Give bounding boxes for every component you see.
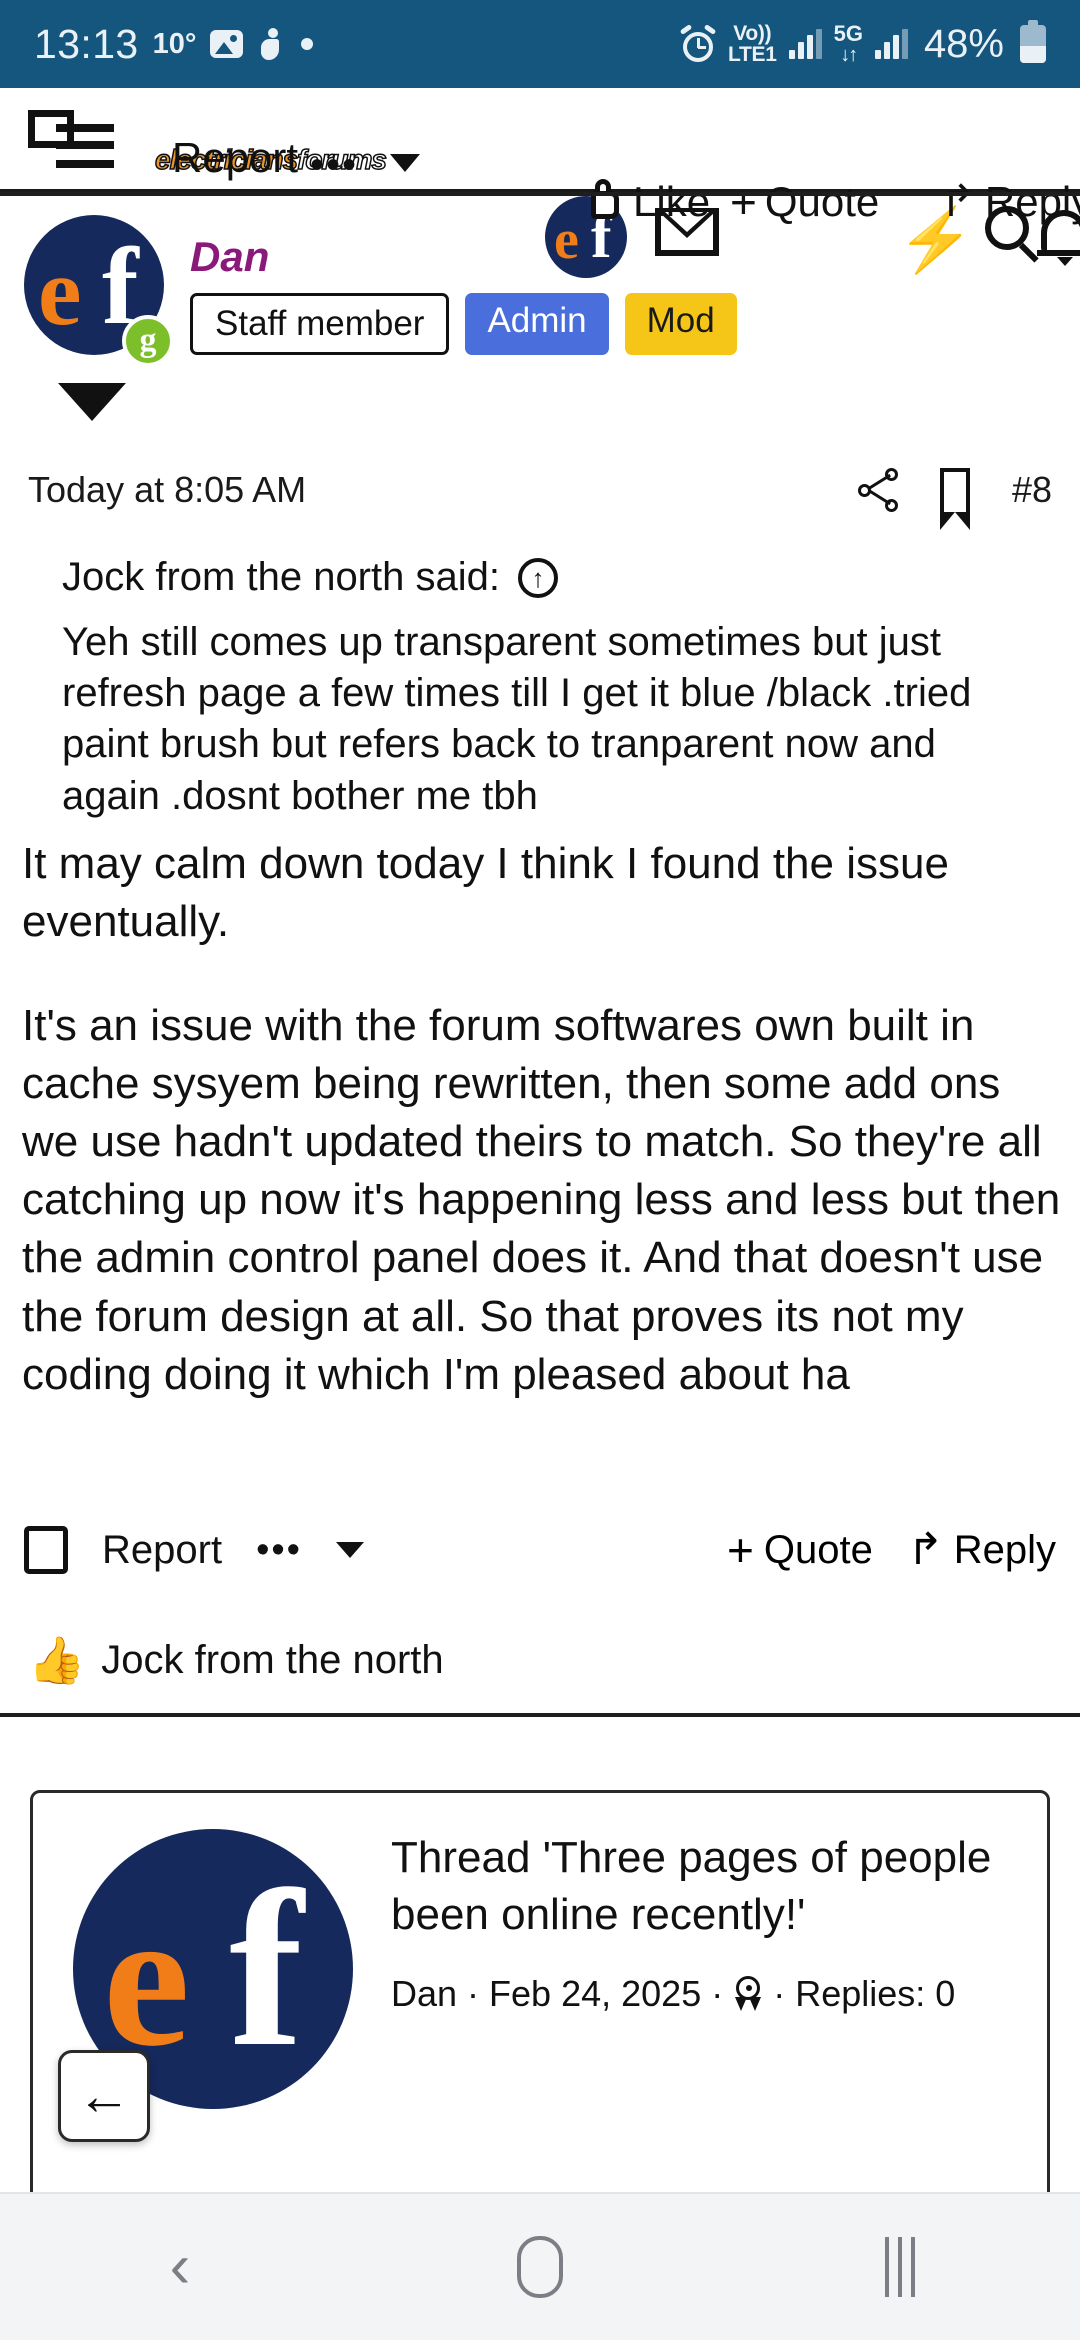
user-badges: Staff member Admin Mod [190, 293, 737, 355]
thread-sep-2: · [711, 1973, 724, 2014]
post-action-bar: Report ••• + Quote ↰ Reply [0, 1515, 1080, 1585]
online-status-badge: g [122, 315, 174, 367]
volte-line-2: LTE1 [727, 43, 777, 66]
post-actions-left: Report ••• [24, 1526, 364, 1574]
system-recents-button[interactable] [810, 2217, 990, 2317]
system-home-button[interactable] [450, 2217, 630, 2317]
quote-button[interactable]: + Quote [727, 1527, 873, 1573]
badge-staff-member: Staff member [190, 293, 450, 355]
post-reactions-row[interactable]: 👍 Jock from the north [0, 1625, 1080, 1695]
thread-thumb-letter-e: e [103, 1870, 190, 2087]
dot-indicator-icon [301, 38, 314, 50]
nav-divider [0, 192, 1080, 196]
alarm-clock-icon [679, 24, 717, 62]
more-options-chevron-down-icon[interactable] [335, 1542, 364, 1558]
home-pill-icon [517, 2236, 563, 2298]
post-meta-row: Today at 8:05 AM #8 [0, 460, 1080, 530]
status-bar-left: 13:13 10° [34, 20, 314, 68]
back-arrow-icon: ← [77, 2066, 131, 2126]
post-timestamp[interactable]: Today at 8:05 AM [28, 469, 306, 511]
data-arrows-icon: ↓↑ [840, 44, 858, 66]
back-chevron-icon: ‹ [169, 2232, 191, 2301]
person-walking-icon [257, 28, 287, 60]
hamburger-menu-icon[interactable] [28, 110, 114, 170]
thumbs-up-emoji-icon: 👍 [28, 1634, 86, 1686]
online-badge-letter: g [139, 322, 157, 359]
overlapping-more-dots[interactable]: ••• [310, 143, 358, 188]
badge-admin: Admin [465, 293, 609, 355]
signal-bars-sim1-icon [788, 29, 822, 59]
status-bar-right: Vo)) LTE1 5G ↓↑ 48% [679, 20, 1046, 67]
bookmark-icon[interactable] [939, 468, 970, 530]
post-container: e f g Dan Staff member Admin Mod Today a… [0, 215, 1080, 1683]
quote-button-label: Quote [763, 1527, 873, 1572]
share-icon[interactable] [857, 468, 898, 512]
recents-bars-icon [885, 2237, 915, 2297]
thread-author[interactable]: Dan [391, 1973, 457, 2015]
thread-thumb-letter-f: f [229, 1845, 304, 2093]
section-divider [0, 1713, 1080, 1717]
post-arrow-marker [58, 383, 126, 421]
thread-suggestion-card[interactable]: e f Thread 'Three pages of people been o… [30, 1790, 1050, 2230]
volte-line-1: Vo)) [733, 22, 772, 45]
photo-icon [210, 30, 244, 58]
phone-screen: 13:13 10° Vo)) LTE1 5G ↓↑ 48% electricia… [0, 0, 1080, 2340]
more-options-dots[interactable]: ••• [256, 1529, 302, 1572]
avatar-letter-e: e [38, 238, 82, 346]
quote-jump-up-icon[interactable]: ↑ [517, 557, 558, 598]
reply-arrow-icon: ↰ [906, 1525, 944, 1574]
badge-mod: Mod [624, 293, 737, 355]
post-paragraph-2: It's an issue with the forum softwares o… [22, 1001, 1061, 1399]
system-back-button[interactable]: ‹ [90, 2217, 270, 2317]
post-actions-right: + Quote ↰ Reply [727, 1525, 1056, 1574]
quote-author-label: Jock from the north said: [62, 555, 500, 599]
status-bar: 13:13 10° Vo)) LTE1 5G ↓↑ 48% [0, 0, 1080, 88]
status-time: 13:13 [34, 20, 139, 67]
overlapping-chevron-down-icon[interactable] [390, 154, 420, 172]
post-select-checkbox[interactable] [24, 1526, 68, 1574]
post-message-body: It may calm down today I think I found t… [22, 835, 1062, 1404]
thread-sep-3: · [773, 1973, 786, 2014]
quote-text: Yeh still comes up transparent sometimes… [62, 620, 972, 818]
report-button[interactable]: Report [102, 1528, 222, 1573]
reaction-user-name[interactable]: Jock from the north [101, 1638, 443, 1683]
network-type-indicator: 5G ↓↑ [833, 21, 863, 66]
post-meta-actions: #8 [857, 468, 1052, 530]
reply-button[interactable]: ↰ Reply [906, 1525, 1056, 1574]
thread-sep-1: · [467, 1973, 480, 2014]
post-header: e f g Dan Staff member Admin Mod [0, 215, 1080, 421]
floating-back-button[interactable]: ← [58, 2050, 150, 2142]
battery-icon [1020, 20, 1046, 63]
award-ribbon-icon [733, 1976, 763, 2012]
overlapping-report-label[interactable]: Report [172, 134, 298, 182]
top-navigation-bar: electriciansforums Report ••• e f ⚡ Like… [0, 88, 1080, 278]
signal-bars-sim2-icon [874, 29, 908, 59]
quote-attribution[interactable]: Jock from the north said: ↑ [62, 555, 558, 600]
volte-indicator: Vo)) LTE1 [728, 23, 777, 65]
thread-replies: Replies: 0 [795, 1973, 956, 2014]
reply-button-label: Reply [953, 1527, 1056, 1572]
battery-percent: 48% [923, 21, 1004, 66]
thread-meta: Dan · Feb 24, 2025 · · Replies: 0 [391, 1973, 1031, 2015]
network-type-label: 5G [833, 21, 863, 46]
system-navigation-bar: ‹ [0, 2192, 1080, 2340]
plus-icon: + [727, 1524, 754, 1576]
thread-date: Feb 24, 2025 [489, 1973, 702, 2014]
status-temperature: 10° [152, 27, 197, 60]
post-username[interactable]: Dan [190, 233, 269, 281]
post-paragraph-1: It may calm down today I think I found t… [22, 839, 949, 947]
post-number[interactable]: #8 [1012, 469, 1052, 511]
thread-title[interactable]: Thread 'Three pages of people been onlin… [391, 1829, 1011, 1943]
